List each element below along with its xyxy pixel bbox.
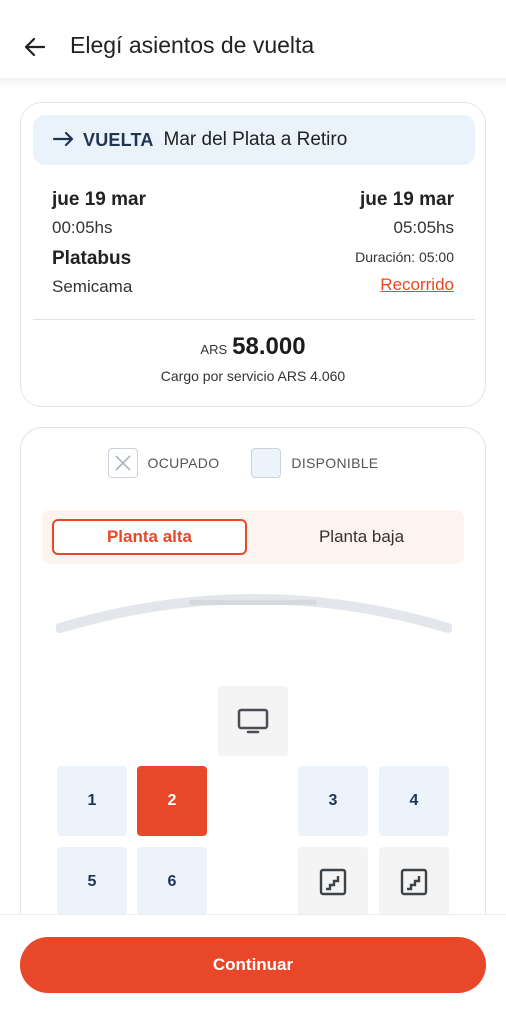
bus-company: Platabus xyxy=(52,248,132,269)
arrival-date: jue 19 mar xyxy=(360,189,454,210)
legend-occupied: OCUPADO xyxy=(107,448,240,478)
arrow-left-icon xyxy=(24,37,46,57)
tab-upper-floor[interactable]: Planta alta xyxy=(52,519,247,555)
page-title: Elegí asientos de vuelta xyxy=(70,32,315,58)
seat-3[interactable]: 3 xyxy=(298,766,368,836)
legend-available-label: DISPONIBLE xyxy=(291,455,379,471)
seat-map-card: OCUPADO DISPONIBLE Planta alta Planta ba… xyxy=(20,427,486,947)
tv-cell xyxy=(218,686,288,756)
price: ARS 58.000 xyxy=(21,333,485,361)
seat-4[interactable]: 4 xyxy=(379,766,449,836)
top-bar: Elegí asientos de vuelta xyxy=(0,0,506,84)
available-seat-icon xyxy=(251,448,282,478)
trip-direction: VUELTA xyxy=(83,129,154,150)
trip-duration: Duración: 05:00 xyxy=(355,249,454,265)
seat-2[interactable]: 2 xyxy=(137,766,207,836)
stairs-cell xyxy=(298,847,368,917)
seat-type: Semicama xyxy=(52,277,133,296)
tv-icon xyxy=(237,708,269,734)
price-currency: ARS xyxy=(200,342,228,357)
route-name: Mar del Plata a Retiro xyxy=(163,129,348,150)
seat-1[interactable]: 1 xyxy=(57,766,127,836)
stairs-icon xyxy=(400,868,428,896)
bottom-action-bar: Continuar xyxy=(0,914,506,1024)
departure-time: 00:05hs xyxy=(52,218,113,237)
tab-lower-floor[interactable]: Planta baja xyxy=(264,519,459,555)
bus-windshield xyxy=(56,594,452,633)
route-details-link[interactable]: Recorrido xyxy=(380,275,454,295)
legend-available: DISPONIBLE xyxy=(251,448,398,478)
price-amount: 58.000 xyxy=(232,333,306,360)
arrow-right-icon xyxy=(52,129,75,152)
route-banner: VUELTA Mar del Plata a Retiro xyxy=(33,115,475,165)
floor-tabs: Planta alta Planta baja xyxy=(42,510,464,564)
departure-date: jue 19 mar xyxy=(52,189,146,210)
service-fee: Cargo por servicio ARS 4.060 xyxy=(160,368,346,384)
legend-occupied-label: OCUPADO xyxy=(147,455,220,471)
stairs-icon xyxy=(319,868,347,896)
seat-legend: OCUPADO DISPONIBLE xyxy=(21,448,485,478)
top-bar-shadow xyxy=(0,78,506,88)
back-button[interactable] xyxy=(18,30,52,64)
divider xyxy=(33,319,475,320)
seat-6[interactable]: 6 xyxy=(137,847,207,917)
continue-button[interactable]: Continuar xyxy=(20,937,486,993)
stairs-cell xyxy=(379,847,449,917)
seat-5[interactable]: 5 xyxy=(57,847,127,917)
arrival-time: 05:05hs xyxy=(393,218,455,237)
occupied-seat-icon xyxy=(107,448,138,478)
trip-summary-card: VUELTA Mar del Plata a Retiro jue 19 mar… xyxy=(20,102,486,407)
